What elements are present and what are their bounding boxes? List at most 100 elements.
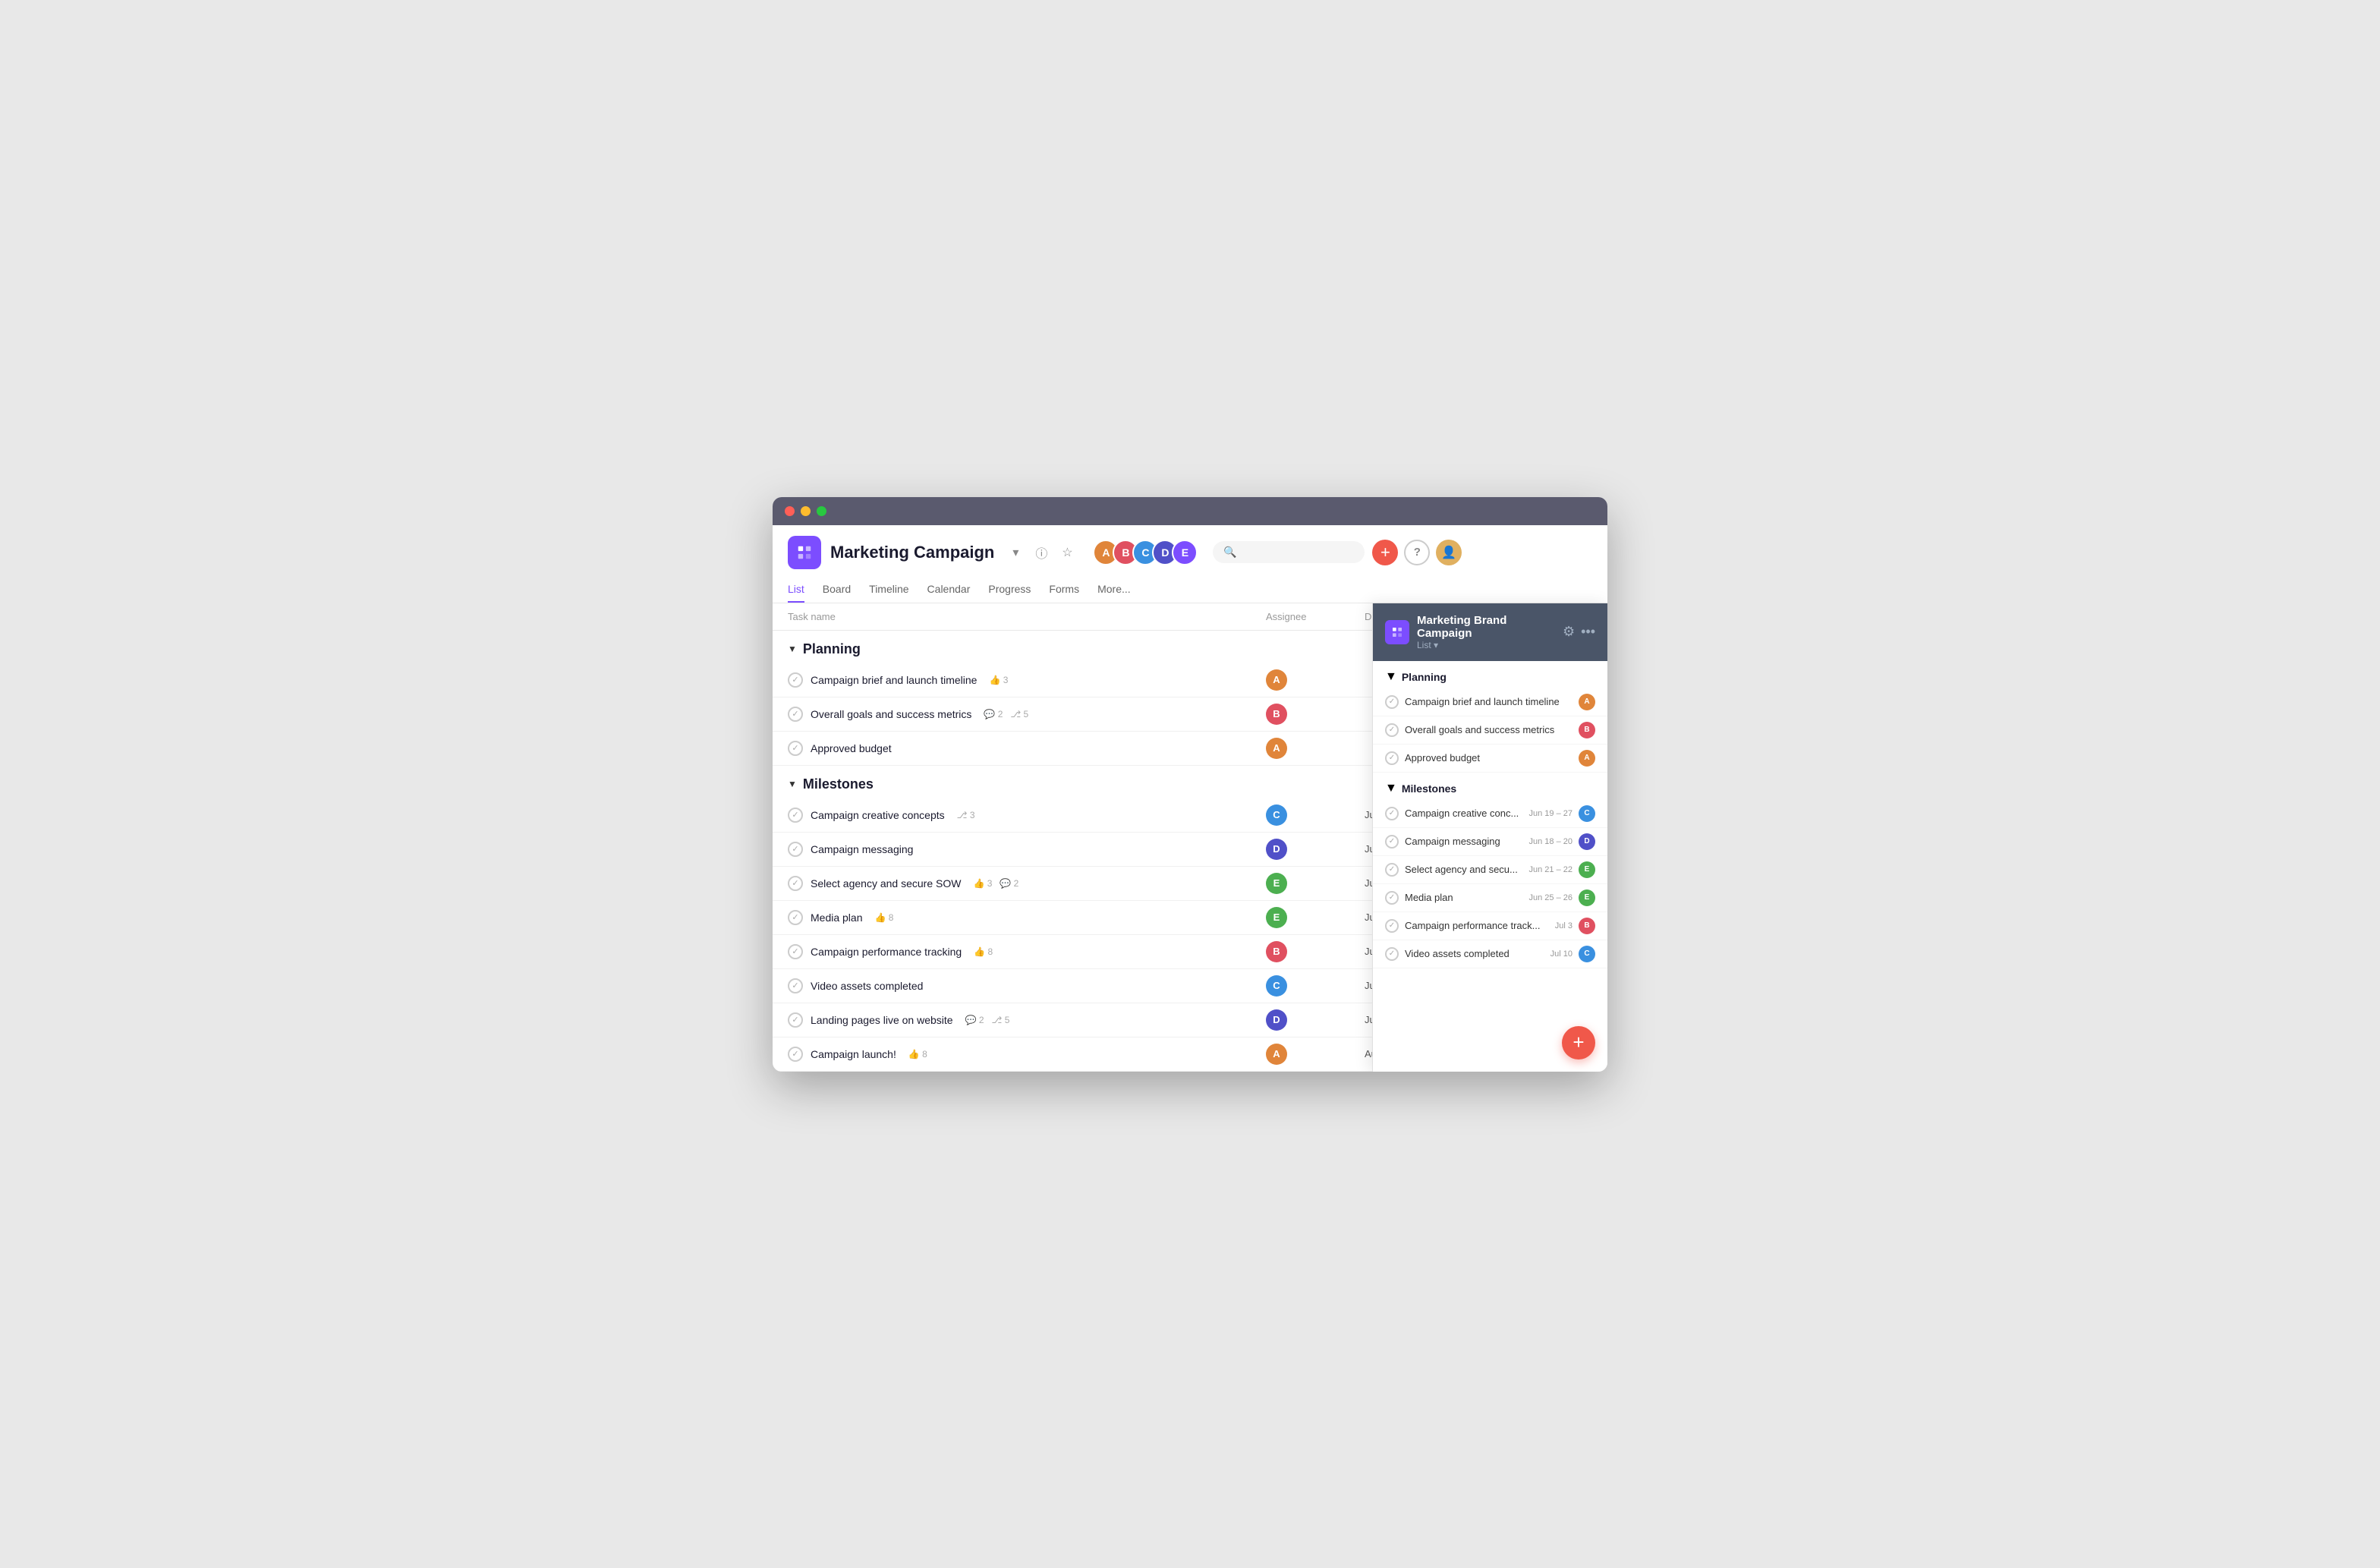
like-count: 👍 3 <box>973 878 992 889</box>
side-task-row[interactable]: ✓ Media plan Jun 25 – 26 E <box>1373 884 1607 912</box>
task-name: Media plan <box>811 912 863 924</box>
help-button[interactable]: ? <box>1404 540 1430 565</box>
side-task-row[interactable]: ✓ Video assets completed Jul 10 C <box>1373 940 1607 968</box>
tab-more[interactable]: More... <box>1097 577 1131 603</box>
assignee-avatar: E <box>1266 873 1287 894</box>
side-task-check: ✓ <box>1385 835 1399 849</box>
side-task-avatar: B <box>1579 918 1595 934</box>
subtask-count: ⎇ 5 <box>1010 709 1028 719</box>
task-meta: ⎇ 3 <box>957 810 975 820</box>
assignee-cell: C <box>1266 975 1365 997</box>
task-check[interactable]: ✓ <box>788 1047 803 1062</box>
side-task-check: ✓ <box>1385 863 1399 877</box>
side-task-check: ✓ <box>1385 807 1399 820</box>
task-meta: 👍 3 <box>989 675 1008 685</box>
col-assignee: Assignee <box>1266 611 1365 622</box>
task-check[interactable]: ✓ <box>788 944 803 959</box>
star-icon[interactable]: ☆ <box>1056 542 1078 563</box>
side-task-date: Jun 25 – 26 <box>1529 893 1573 902</box>
tab-progress[interactable]: Progress <box>988 577 1031 603</box>
side-task-date: Jul 3 <box>1555 921 1572 930</box>
side-task-name: Video assets completed <box>1405 948 1544 959</box>
side-panel-fab[interactable]: + <box>1562 1026 1595 1060</box>
side-task-row[interactable]: ✓ Campaign brief and launch timeline A <box>1373 688 1607 716</box>
side-task-row[interactable]: ✓ Approved budget A <box>1373 745 1607 773</box>
side-section-milestones: ▼ Milestones <box>1373 773 1607 800</box>
task-name-cell: ✓ Campaign performance tracking 👍 8 <box>788 944 1266 959</box>
assignee-avatar: A <box>1266 738 1287 759</box>
task-name: Campaign messaging <box>811 843 913 855</box>
tab-list[interactable]: List <box>788 577 804 603</box>
side-task-row[interactable]: ✓ Campaign performance track... Jul 3 B <box>1373 912 1607 940</box>
task-name: Campaign creative concepts <box>811 809 945 821</box>
task-meta: 👍 8 <box>875 912 894 923</box>
nav-tabs: List Board Timeline Calendar Progress Fo… <box>788 577 1592 603</box>
task-name-cell: ✓ Campaign brief and launch timeline 👍 3 <box>788 672 1266 688</box>
task-meta: 👍 3 💬 2 <box>973 878 1018 889</box>
side-milestones-arrow[interactable]: ▼ <box>1385 782 1397 795</box>
assignee-cell: A <box>1266 1044 1365 1065</box>
task-check[interactable]: ✓ <box>788 876 803 891</box>
side-task-check: ✓ <box>1385 947 1399 961</box>
side-task-row[interactable]: ✓ Campaign messaging Jun 18 – 20 D <box>1373 828 1607 856</box>
planning-arrow[interactable]: ▼ <box>788 644 797 654</box>
maximize-dot[interactable] <box>817 506 826 516</box>
side-panel: Marketing Brand Campaign List ▾ ⚙ ••• ▼ … <box>1372 603 1607 1072</box>
search-icon: 🔍 <box>1223 546 1236 559</box>
task-check[interactable]: ✓ <box>788 978 803 993</box>
side-task-date: Jun 18 – 20 <box>1529 837 1573 846</box>
task-check[interactable]: ✓ <box>788 842 803 857</box>
assignee-avatar: D <box>1266 839 1287 860</box>
tab-timeline[interactable]: Timeline <box>869 577 908 603</box>
comment-count: 💬 2 <box>1000 878 1018 889</box>
minimize-dot[interactable] <box>801 506 811 516</box>
task-check[interactable]: ✓ <box>788 1012 803 1028</box>
side-task-name: Campaign creative conc... <box>1405 808 1523 819</box>
assignee-cell: D <box>1266 839 1365 860</box>
add-button[interactable]: + <box>1372 540 1398 565</box>
more-icon[interactable]: ••• <box>1581 624 1595 640</box>
task-name-cell: ✓ Campaign messaging <box>788 842 1266 857</box>
search-bar[interactable]: 🔍 <box>1213 541 1365 563</box>
like-count: 👍 8 <box>908 1049 927 1060</box>
assignee-avatar: B <box>1266 704 1287 725</box>
side-panel-icon <box>1385 620 1409 644</box>
side-task-avatar: A <box>1579 694 1595 710</box>
side-task-row[interactable]: ✓ Overall goals and success metrics B <box>1373 716 1607 745</box>
task-meta: 👍 8 <box>908 1049 927 1060</box>
side-task-row[interactable]: ✓ Select agency and secu... Jun 21 – 22 … <box>1373 856 1607 884</box>
task-check[interactable]: ✓ <box>788 707 803 722</box>
task-name: Campaign brief and launch timeline <box>811 674 977 686</box>
side-task-check: ✓ <box>1385 891 1399 905</box>
close-dot[interactable] <box>785 506 795 516</box>
app-header: Marketing Campaign ▾ ⓘ ☆ A B C D E 🔍 + ?… <box>773 525 1607 603</box>
side-task-date: Jun 21 – 22 <box>1529 865 1573 874</box>
filter-icon[interactable]: ⚙ <box>1563 624 1575 640</box>
milestones-title: Milestones <box>803 776 874 792</box>
task-name: Overall goals and success metrics <box>811 708 971 720</box>
task-check[interactable]: ✓ <box>788 741 803 756</box>
user-avatar[interactable]: 👤 <box>1436 540 1462 565</box>
subtask-count: ⎇ 3 <box>957 810 975 820</box>
dropdown-icon[interactable]: ▾ <box>1005 542 1026 563</box>
like-count: 👍 8 <box>875 912 894 923</box>
task-name: Approved budget <box>811 742 892 754</box>
side-panel-subtitle: List ▾ <box>1417 640 1555 650</box>
info-icon[interactable]: ⓘ <box>1031 542 1052 563</box>
task-name: Campaign launch! <box>811 1048 896 1060</box>
tab-forms[interactable]: Forms <box>1049 577 1079 603</box>
side-task-row[interactable]: ✓ Campaign creative conc... Jun 19 – 27 … <box>1373 800 1607 828</box>
task-check[interactable]: ✓ <box>788 672 803 688</box>
milestones-arrow[interactable]: ▼ <box>788 779 797 789</box>
task-check[interactable]: ✓ <box>788 808 803 823</box>
tab-board[interactable]: Board <box>823 577 851 603</box>
assignee-avatar: C <box>1266 804 1287 826</box>
task-name-cell: ✓ Campaign creative concepts ⎇ 3 <box>788 808 1266 823</box>
task-meta: 💬 2 ⎇ 5 <box>965 1015 1010 1025</box>
assignee-cell: E <box>1266 907 1365 928</box>
assignee-avatar: D <box>1266 1009 1287 1031</box>
task-name: Landing pages live on website <box>811 1014 953 1026</box>
tab-calendar[interactable]: Calendar <box>927 577 971 603</box>
task-check[interactable]: ✓ <box>788 910 803 925</box>
side-planning-arrow[interactable]: ▼ <box>1385 670 1397 684</box>
